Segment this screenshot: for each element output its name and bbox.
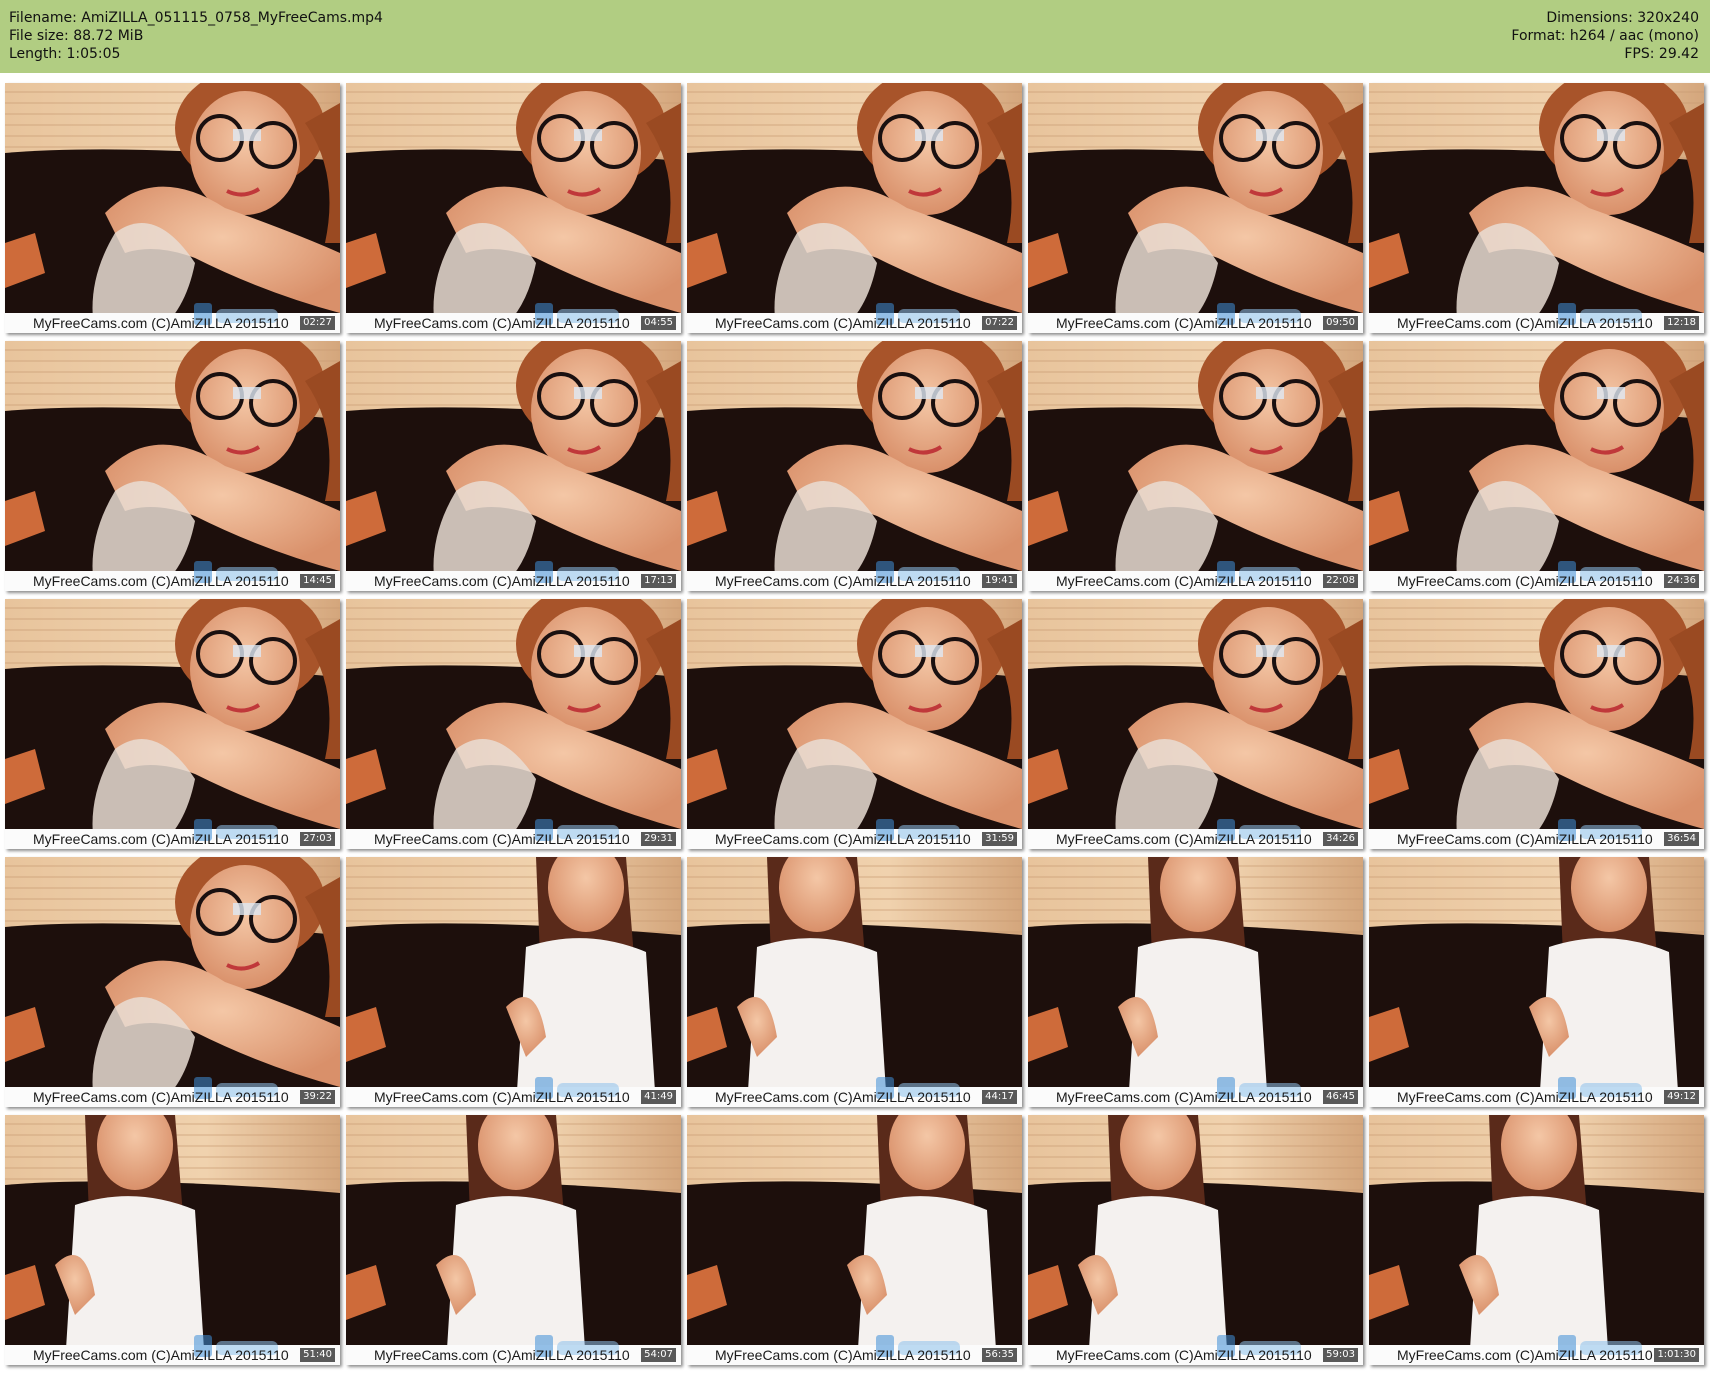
timestamp-label: 51:40 — [300, 1348, 335, 1362]
video-frame-thumbnail[interactable]: MyFreeCams.com (C)AmiZILLA 2015110 39:22 — [5, 857, 340, 1107]
timestamp-label: 14:45 — [300, 574, 335, 588]
watermark-text: MyFreeCams.com (C)AmiZILLA 2015110 — [1397, 1347, 1653, 1363]
timestamp-label: 07:22 — [982, 316, 1017, 330]
video-frame-thumbnail[interactable]: MyFreeCams.com (C)AmiZILLA 2015110 34:26 — [1028, 599, 1363, 849]
watermark-text: MyFreeCams.com (C)AmiZILLA 2015110 — [33, 1347, 289, 1363]
watermark-text: MyFreeCams.com (C)AmiZILLA 2015110 — [1397, 573, 1653, 589]
timestamp-label: 02:27 — [300, 316, 335, 330]
video-frame-thumbnail[interactable]: MyFreeCams.com (C)AmiZILLA 2015110 29:31 — [346, 599, 681, 849]
watermark-text: MyFreeCams.com (C)AmiZILLA 2015110 — [1056, 315, 1312, 331]
watermark-text: MyFreeCams.com (C)AmiZILLA 2015110 — [33, 573, 289, 589]
timestamp-label: 04:55 — [641, 316, 676, 330]
timestamp-label: 19:41 — [982, 574, 1017, 588]
video-frame-thumbnail[interactable]: MyFreeCams.com (C)AmiZILLA 2015110 12:18 — [1369, 83, 1704, 333]
watermark-text: MyFreeCams.com (C)AmiZILLA 2015110 — [1056, 1347, 1312, 1363]
timestamp-label: 36:54 — [1664, 832, 1699, 846]
watermark-text: MyFreeCams.com (C)AmiZILLA 2015110 — [1397, 1089, 1653, 1105]
video-frame-thumbnail[interactable]: MyFreeCams.com (C)AmiZILLA 2015110 36:54 — [1369, 599, 1704, 849]
video-frame-thumbnail[interactable]: MyFreeCams.com (C)AmiZILLA 2015110 22:08 — [1028, 341, 1363, 591]
watermark-text: MyFreeCams.com (C)AmiZILLA 2015110 — [1056, 1089, 1312, 1105]
watermark-text: MyFreeCams.com (C)AmiZILLA 2015110 — [1397, 831, 1653, 847]
watermark-text: MyFreeCams.com (C)AmiZILLA 2015110 — [715, 1089, 971, 1105]
watermark-text: MyFreeCams.com (C)AmiZILLA 2015110 — [374, 1347, 630, 1363]
video-frame-thumbnail[interactable]: MyFreeCams.com (C)AmiZILLA 2015110 24:36 — [1369, 341, 1704, 591]
timestamp-label: 39:22 — [300, 1090, 335, 1104]
video-frame-thumbnail[interactable]: MyFreeCams.com (C)AmiZILLA 2015110 07:22 — [687, 83, 1022, 333]
video-frame-thumbnail[interactable]: MyFreeCams.com (C)AmiZILLA 2015110 44:17 — [687, 857, 1022, 1107]
thumbnail-grid: MyFreeCams.com (C)AmiZILLA 2015110 02:27 M… — [0, 0, 1710, 1373]
watermark-text: MyFreeCams.com (C)AmiZILLA 2015110 — [1397, 315, 1653, 331]
watermark-text: MyFreeCams.com (C)AmiZILLA 2015110 — [374, 573, 630, 589]
timestamp-label: 27:03 — [300, 832, 335, 846]
video-frame-thumbnail[interactable]: MyFreeCams.com (C)AmiZILLA 2015110 09:50 — [1028, 83, 1363, 333]
video-frame-thumbnail[interactable]: MyFreeCams.com (C)AmiZILLA 2015110 51:40 — [5, 1115, 340, 1365]
video-frame-thumbnail[interactable]: MyFreeCams.com (C)AmiZILLA 2015110 02:27 — [5, 83, 340, 333]
video-frame-thumbnail[interactable]: MyFreeCams.com (C)AmiZILLA 2015110 19:41 — [687, 341, 1022, 591]
timestamp-label: 31:59 — [982, 832, 1017, 846]
video-frame-thumbnail[interactable]: MyFreeCams.com (C)AmiZILLA 2015110 59:03 — [1028, 1115, 1363, 1365]
video-frame-thumbnail[interactable]: MyFreeCams.com (C)AmiZILLA 2015110 1:01:3… — [1369, 1115, 1704, 1365]
timestamp-label: 12:18 — [1664, 316, 1699, 330]
timestamp-label: 09:50 — [1323, 316, 1358, 330]
watermark-text: MyFreeCams.com (C)AmiZILLA 2015110 — [715, 1347, 971, 1363]
timestamp-label: 59:03 — [1323, 1348, 1358, 1362]
timestamp-label: 44:17 — [982, 1090, 1017, 1104]
video-frame-thumbnail[interactable]: MyFreeCams.com (C)AmiZILLA 2015110 14:45 — [5, 341, 340, 591]
watermark-text: MyFreeCams.com (C)AmiZILLA 2015110 — [1056, 573, 1312, 589]
watermark-text: MyFreeCams.com (C)AmiZILLA 2015110 — [1056, 831, 1312, 847]
timestamp-label: 54:07 — [641, 1348, 676, 1362]
video-frame-thumbnail[interactable]: MyFreeCams.com (C)AmiZILLA 2015110 31:59 — [687, 599, 1022, 849]
timestamp-label: 46:45 — [1323, 1090, 1358, 1104]
video-frame-thumbnail[interactable]: MyFreeCams.com (C)AmiZILLA 2015110 17:13 — [346, 341, 681, 591]
video-frame-thumbnail[interactable]: MyFreeCams.com (C)AmiZILLA 2015110 41:49 — [346, 857, 681, 1107]
video-frame-thumbnail[interactable]: MyFreeCams.com (C)AmiZILLA 2015110 54:07 — [346, 1115, 681, 1365]
timestamp-label: 41:49 — [641, 1090, 676, 1104]
video-frame-thumbnail[interactable]: MyFreeCams.com (C)AmiZILLA 2015110 27:03 — [5, 599, 340, 849]
watermark-text: MyFreeCams.com (C)AmiZILLA 2015110 — [374, 315, 630, 331]
timestamp-label: 29:31 — [641, 832, 676, 846]
watermark-text: MyFreeCams.com (C)AmiZILLA 2015110 — [374, 831, 630, 847]
watermark-text: MyFreeCams.com (C)AmiZILLA 2015110 — [33, 831, 289, 847]
timestamp-label: 22:08 — [1323, 574, 1358, 588]
timestamp-label: 49:12 — [1664, 1090, 1699, 1104]
watermark-text: MyFreeCams.com (C)AmiZILLA 2015110 — [33, 315, 289, 331]
timestamp-label: 17:13 — [641, 574, 676, 588]
timestamp-label: 1:01:30 — [1654, 1348, 1699, 1362]
video-frame-thumbnail[interactable]: MyFreeCams.com (C)AmiZILLA 2015110 04:55 — [346, 83, 681, 333]
video-frame-thumbnail[interactable]: MyFreeCams.com (C)AmiZILLA 2015110 56:35 — [687, 1115, 1022, 1365]
video-frame-thumbnail[interactable]: MyFreeCams.com (C)AmiZILLA 2015110 46:45 — [1028, 857, 1363, 1107]
video-frame-thumbnail[interactable]: MyFreeCams.com (C)AmiZILLA 2015110 49:12 — [1369, 857, 1704, 1107]
watermark-text: MyFreeCams.com (C)AmiZILLA 2015110 — [33, 1089, 289, 1105]
timestamp-label: 34:26 — [1323, 832, 1358, 846]
watermark-text: MyFreeCams.com (C)AmiZILLA 2015110 — [715, 315, 971, 331]
timestamp-label: 24:36 — [1664, 574, 1699, 588]
watermark-text: MyFreeCams.com (C)AmiZILLA 2015110 — [715, 573, 971, 589]
watermark-text: MyFreeCams.com (C)AmiZILLA 2015110 — [374, 1089, 630, 1105]
timestamp-label: 56:35 — [982, 1348, 1017, 1362]
watermark-text: MyFreeCams.com (C)AmiZILLA 2015110 — [715, 831, 971, 847]
